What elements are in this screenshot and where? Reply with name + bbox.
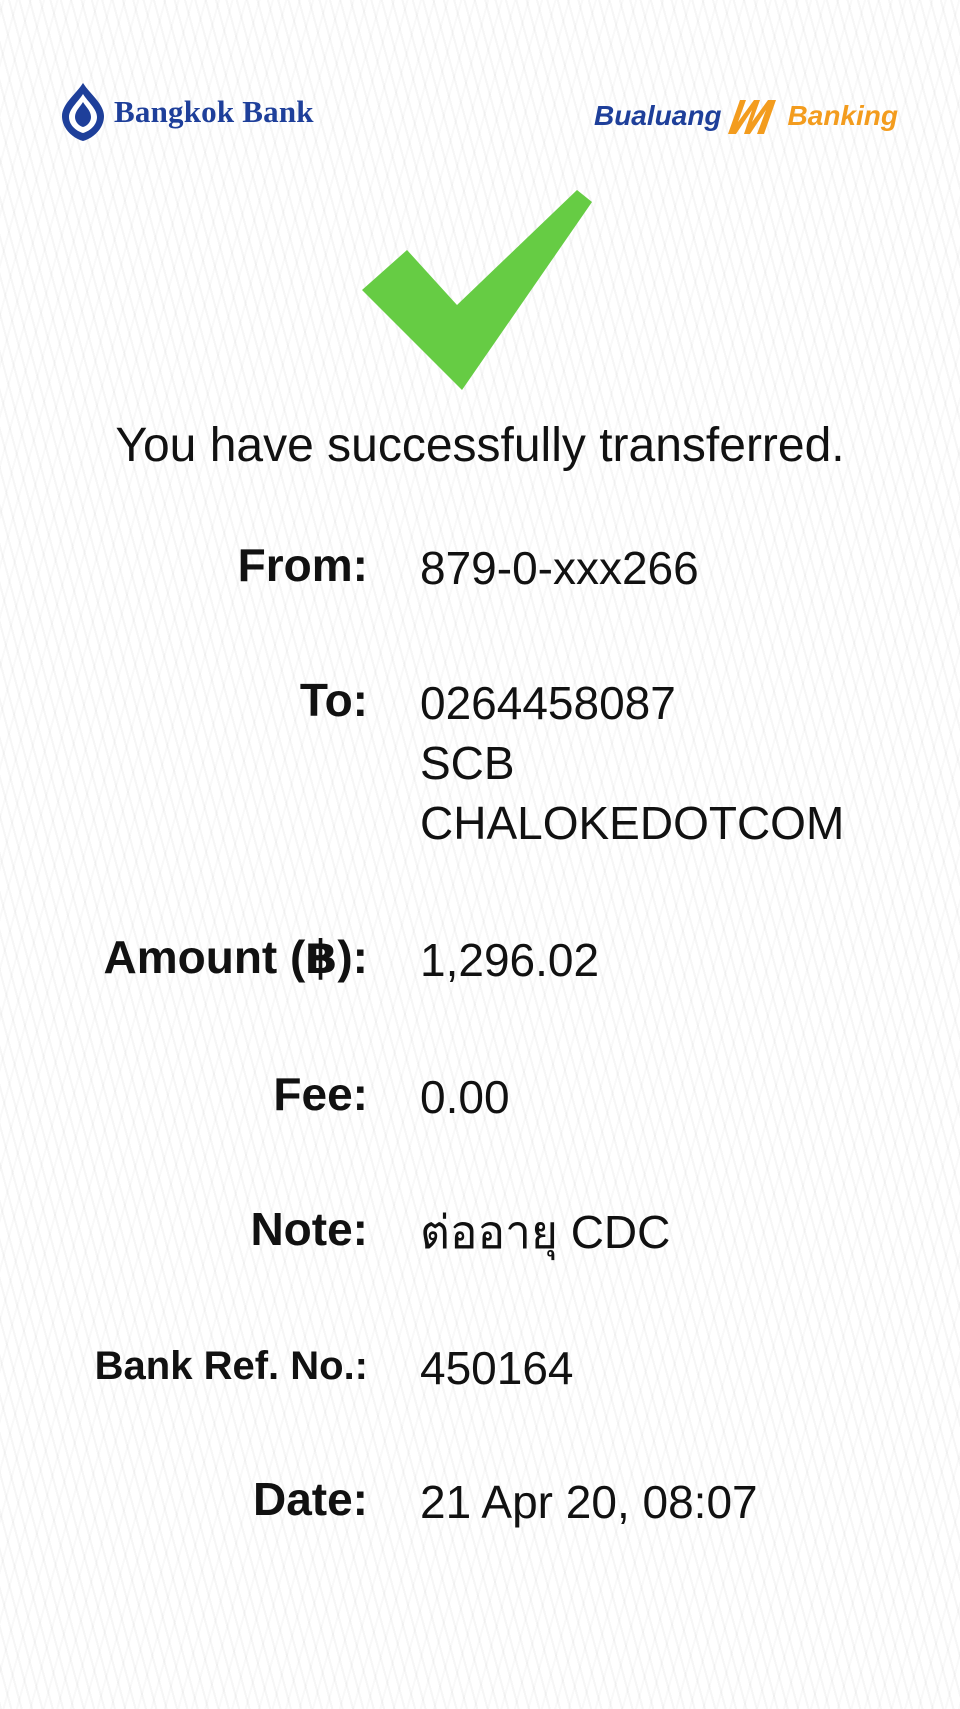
from-label: From: [237, 539, 368, 591]
to-name: CHALOKEDOTCOM [420, 797, 845, 849]
checkmark-icon [362, 190, 592, 390]
to-account: 0264458087 [420, 677, 676, 729]
to-bank: SCB [420, 737, 515, 789]
header: Bangkok Bank Bualuang Banking [0, 70, 960, 160]
note-value: ต่ออายุ CDC [420, 1206, 671, 1258]
to-label: To: [299, 674, 368, 726]
m-letter-icon [727, 100, 776, 134]
note-label: Note: [250, 1203, 368, 1255]
mbanking-logo: Bualuang Banking [594, 94, 898, 138]
success-message: You have successfully transferred. [115, 419, 845, 472]
from-value: 879-0-xxx266 [420, 542, 699, 594]
bank-ref-value: 450164 [420, 1342, 574, 1394]
amount-label: Amount (฿): [103, 931, 368, 983]
bangkok-bank-emblem-icon [62, 83, 104, 141]
to-value: 0264458087 SCB CHALOKEDOTCOM [420, 673, 844, 853]
bank-name: Bangkok Bank [114, 94, 314, 129]
mbanking-name-left: Bualuang [593, 100, 722, 131]
mbanking-name-right: Banking [787, 100, 898, 131]
amount-value: 1,296.02 [420, 934, 600, 986]
bangkok-bank-logo: Bangkok Bank [58, 80, 314, 144]
date-value: 21 Apr 20, 08:07 [420, 1476, 758, 1528]
bank-ref-label: Bank Ref. No.: [94, 1344, 368, 1388]
date-label: Date: [252, 1473, 368, 1525]
fee-value: 0.00 [420, 1071, 510, 1123]
fee-label: Fee: [273, 1068, 368, 1120]
